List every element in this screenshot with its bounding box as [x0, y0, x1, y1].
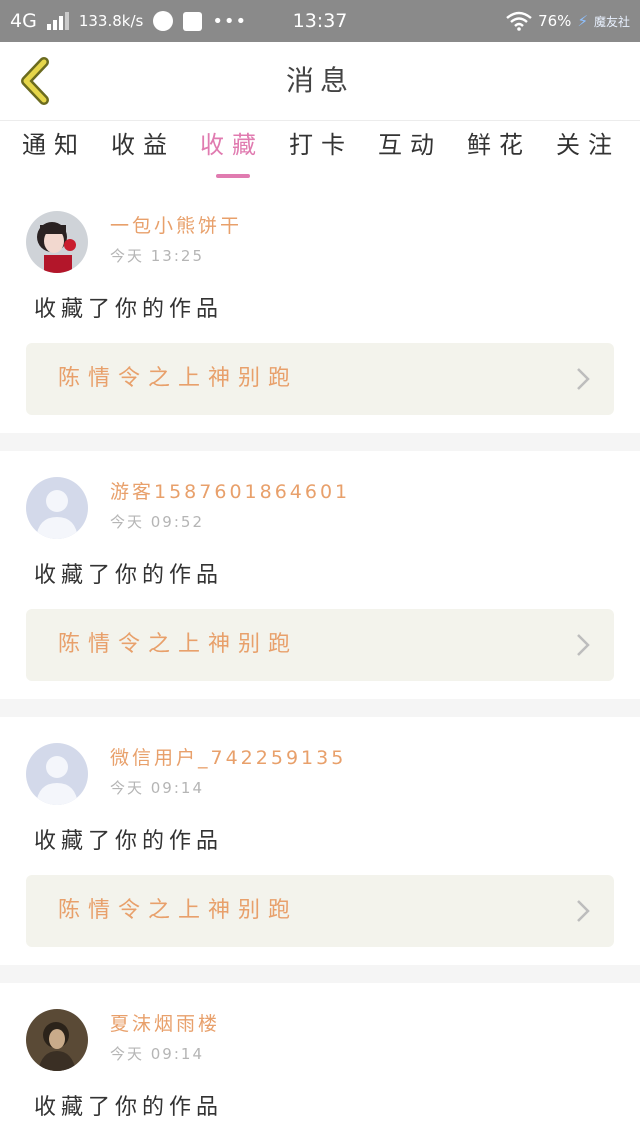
avatar[interactable] — [26, 1009, 88, 1071]
work-link[interactable]: 陈情令之上神别跑 — [26, 875, 614, 947]
chevron-right-icon — [577, 368, 590, 390]
timestamp: 今天 13:25 — [110, 247, 204, 265]
more-notifications-icon: ••• — [212, 10, 248, 32]
divider — [0, 965, 640, 983]
back-arrow-icon[interactable] — [14, 56, 60, 106]
network-speed: 133.8k/s — [78, 12, 144, 30]
work-title: 陈情令之上神别跑 — [58, 632, 299, 657]
app-notification-icon — [153, 11, 174, 31]
network-type: 4G — [10, 10, 37, 32]
status-bar: 4G 133.8k/s ••• 13:37 76% ⚡ 魔友社 — [0, 0, 640, 42]
action-text: 收藏了你的作品 — [34, 563, 224, 588]
app-header: 消息 — [0, 42, 640, 121]
action-text: 收藏了你的作品 — [34, 829, 224, 854]
user-name[interactable]: 一包小熊饼干 — [110, 211, 242, 238]
tab-notifications[interactable]: 通知 — [14, 121, 94, 183]
tab-follows[interactable]: 关注 — [548, 121, 628, 183]
message-item: 一包小熊饼干 今天 13:25 收藏了你的作品 陈情令之上神别跑 — [0, 185, 640, 433]
active-tab-indicator — [216, 174, 250, 178]
wifi-icon — [506, 11, 532, 31]
tab-checkin[interactable]: 打卡 — [281, 121, 361, 183]
avatar[interactable] — [26, 211, 88, 273]
page-title: 消息 — [285, 64, 354, 97]
timestamp: 今天 09:14 — [110, 779, 204, 797]
charging-icon: ⚡ — [577, 12, 588, 30]
work-title: 陈情令之上神别跑 — [58, 898, 299, 923]
action-text: 收藏了你的作品 — [34, 297, 224, 322]
message-item: 微信用户_742259135 今天 09:14 收藏了你的作品 陈情令之上神别跑 — [0, 717, 640, 965]
message-item: 夏沫烟雨楼 今天 09:14 收藏了你的作品 — [0, 983, 640, 1138]
tab-bar: 通知 收益 收藏 打卡 互动 鲜花 关注 — [0, 121, 640, 183]
tab-flowers[interactable]: 鲜花 — [459, 121, 539, 183]
user-name[interactable]: 夏沫烟雨楼 — [110, 1009, 220, 1036]
brand-label: 魔友社 — [593, 14, 630, 29]
battery-level: 76% — [538, 12, 572, 30]
work-link[interactable]: 陈情令之上神别跑 — [26, 609, 614, 681]
avatar[interactable] — [26, 477, 88, 539]
chevron-right-icon — [577, 900, 590, 922]
shopping-bag-icon — [183, 11, 203, 31]
divider — [0, 699, 640, 717]
divider — [0, 433, 640, 451]
message-item: 游客1587601864601 今天 09:52 收藏了你的作品 陈情令之上神别… — [0, 451, 640, 699]
work-link[interactable]: 陈情令之上神别跑 — [26, 343, 614, 415]
chevron-right-icon — [577, 634, 590, 656]
user-name[interactable]: 微信用户_742259135 — [110, 743, 346, 770]
timestamp: 今天 09:14 — [110, 1045, 204, 1063]
user-name[interactable]: 游客1587601864601 — [110, 477, 350, 504]
work-title: 陈情令之上神别跑 — [58, 366, 299, 391]
tab-earnings[interactable]: 收益 — [103, 121, 183, 183]
tab-interactions[interactable]: 互动 — [370, 121, 450, 183]
action-text: 收藏了你的作品 — [34, 1095, 224, 1120]
signal-icon — [46, 12, 69, 30]
avatar[interactable] — [26, 743, 88, 805]
timestamp: 今天 09:52 — [110, 513, 204, 531]
